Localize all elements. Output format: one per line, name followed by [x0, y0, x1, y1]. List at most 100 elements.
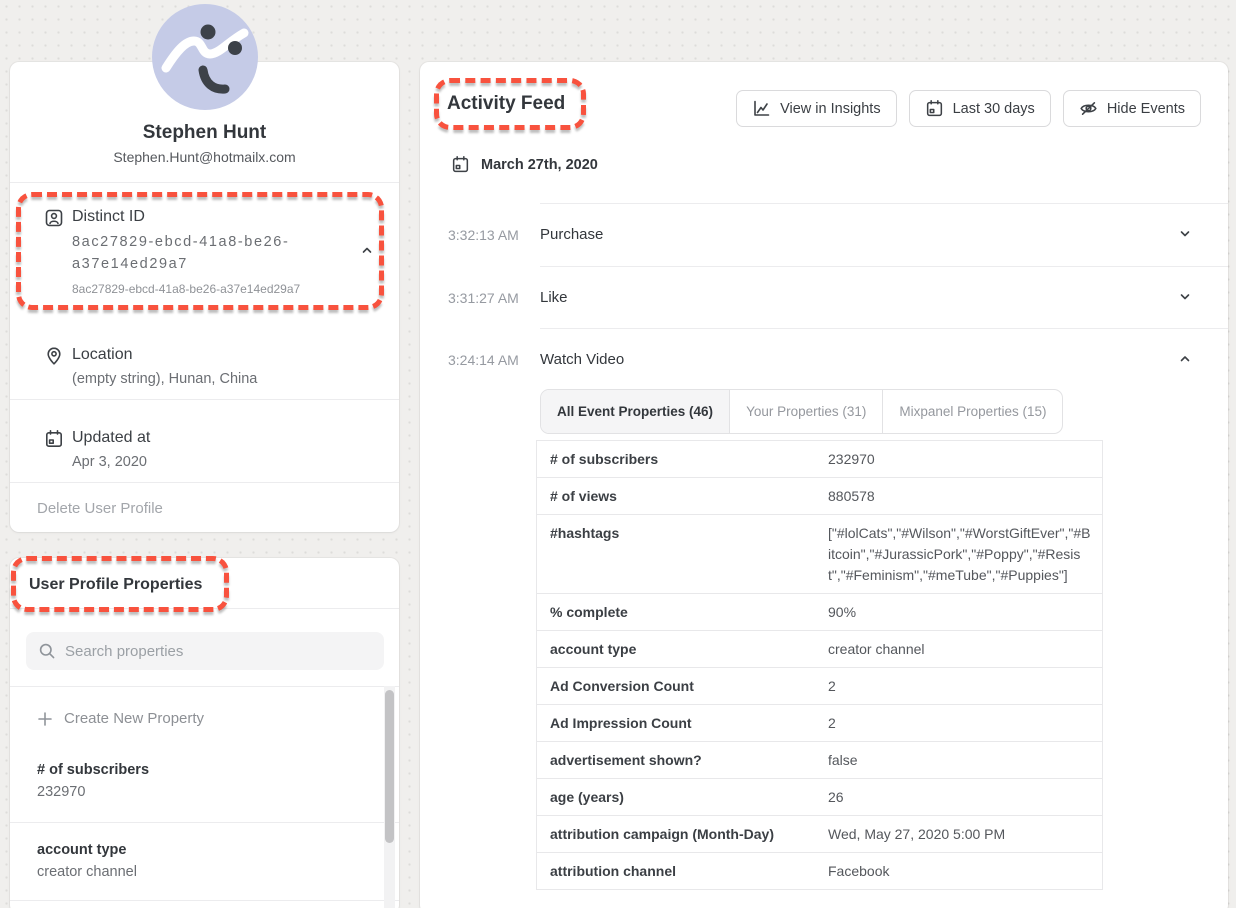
event-name: Like [540, 289, 568, 306]
button-label: View in Insights [780, 101, 880, 117]
distinct-id-value: 8ac27829-ebcd-41a8-be26-a37e14ed29a7 [72, 232, 312, 275]
plus-icon [37, 711, 53, 727]
property-list-item[interactable]: # of subscribers 232970 [37, 762, 367, 800]
date-header: March 27th, 2020 [451, 155, 598, 174]
row-property: % complete [537, 594, 828, 630]
row-property: Ad Conversion Count [537, 668, 828, 704]
row-property: advertisement shown? [537, 742, 828, 778]
table-row: # of views 880578 [537, 478, 1102, 515]
divider [10, 686, 399, 687]
event-name: Purchase [540, 226, 603, 243]
avatar-face-icon [152, 4, 258, 110]
table-row: age (years) 26 [537, 779, 1102, 816]
properties-title: User Profile Properties [29, 576, 202, 594]
tab-mixpanel-properties[interactable]: Mixpanel Properties (15) [882, 390, 1062, 433]
view-in-insights-button[interactable]: View in Insights [736, 90, 896, 127]
create-new-property-button[interactable]: Create New Property [37, 710, 204, 727]
event-properties-tabs: All Event Properties (46) Your Propertie… [540, 389, 1063, 434]
id-card-icon [44, 208, 64, 228]
chevron-up-icon[interactable] [360, 243, 374, 257]
button-label: Last 30 days [953, 101, 1035, 117]
distinct-id-value-small: 8ac27829-ebcd-41a8-be26-a37e14ed29a7 [72, 282, 300, 296]
row-value: 2 [828, 705, 1102, 741]
property-list-item[interactable]: account type creator channel [37, 842, 367, 880]
activity-feed-title: Activity Feed [447, 93, 565, 115]
event-properties-table: # of subscribers 232970 # of views 88057… [536, 440, 1103, 890]
property-value: 232970 [37, 784, 367, 800]
event-time: 3:32:13 AM [448, 227, 519, 243]
row-value: Wed, May 27, 2020 5:00 PM [828, 816, 1102, 852]
row-property: # of subscribers [537, 441, 828, 477]
chevron-down-icon[interactable] [1178, 290, 1192, 304]
property-name: # of subscribers [37, 762, 367, 778]
search-icon [38, 642, 56, 660]
row-property: attribution channel [537, 853, 828, 889]
avatar [152, 4, 258, 110]
row-value: false [828, 742, 1102, 778]
divider [10, 482, 399, 483]
date-header-label: March 27th, 2020 [481, 157, 598, 173]
tab-your-properties[interactable]: Your Properties (31) [729, 390, 882, 433]
location-value: (empty string), Hunan, China [72, 371, 257, 387]
divider [10, 182, 399, 183]
row-property: #hashtags [537, 515, 828, 593]
user-name: Stephen Hunt [10, 122, 399, 144]
distinct-id-label: Distinct ID [72, 208, 145, 226]
feed-toolbar: View in Insights Last 30 days [736, 90, 1201, 127]
chevron-down-icon[interactable] [1178, 227, 1192, 241]
row-value: creator channel [828, 631, 1102, 667]
updated-at-value: Apr 3, 2020 [72, 454, 147, 470]
table-row: account type creator channel [537, 631, 1102, 668]
divider [10, 900, 399, 901]
row-value: 90% [828, 594, 1102, 630]
date-range-button[interactable]: Last 30 days [909, 90, 1051, 127]
user-profile-page: Stephen Hunt Stephen.Hunt@hotmailx.com D… [0, 0, 1236, 908]
event-row-watch-video[interactable]: 3:24:14 AM Watch Video [420, 328, 1228, 390]
table-row: attribution channel Facebook [537, 853, 1102, 890]
table-row: Ad Impression Count 2 [537, 705, 1102, 742]
table-row: % complete 90% [537, 594, 1102, 631]
button-label: Hide Events [1107, 101, 1185, 117]
row-property: Ad Impression Count [537, 705, 828, 741]
delete-user-profile-link[interactable]: Delete User Profile [37, 500, 163, 517]
row-value: 232970 [828, 441, 1102, 477]
profile-card: Stephen Hunt Stephen.Hunt@hotmailx.com D… [10, 62, 399, 532]
event-row-like[interactable]: 3:31:27 AM Like [420, 266, 1228, 328]
search-properties-input[interactable] [65, 643, 355, 660]
table-row: #hashtags ["#lolCats","#Wilson","#WorstG… [537, 515, 1102, 594]
divider [10, 399, 399, 400]
row-value: 2 [828, 668, 1102, 704]
row-value: Facebook [828, 853, 1102, 889]
calendar-icon [451, 155, 470, 174]
row-value: 880578 [828, 478, 1102, 514]
row-property: # of views [537, 478, 828, 514]
updated-at-label: Updated at [72, 429, 150, 447]
row-value: ["#lolCats","#Wilson","#WorstGiftEver","… [828, 515, 1102, 593]
event-time: 3:31:27 AM [448, 290, 519, 306]
location-label: Location [72, 346, 133, 364]
line-chart-icon [752, 99, 771, 118]
event-row-purchase[interactable]: 3:32:13 AM Purchase [420, 203, 1228, 265]
table-row: Ad Conversion Count 2 [537, 668, 1102, 705]
table-row: attribution campaign (Month-Day) Wed, Ma… [537, 816, 1102, 853]
scrollbar-thumb[interactable] [385, 690, 394, 843]
activity-feed-card: Activity Feed View in Insights [420, 62, 1228, 908]
property-value: creator channel [37, 864, 367, 880]
chevron-up-icon[interactable] [1178, 352, 1192, 366]
row-property: account type [537, 631, 828, 667]
table-row: # of subscribers 232970 [537, 441, 1102, 478]
property-name: account type [37, 842, 367, 858]
table-row: advertisement shown? false [537, 742, 1102, 779]
divider [10, 822, 399, 823]
event-name: Watch Video [540, 351, 624, 368]
location-pin-icon [44, 346, 64, 366]
row-value: 26 [828, 779, 1102, 815]
user-email: Stephen.Hunt@hotmailx.com [10, 149, 399, 165]
divider [10, 608, 399, 609]
hide-events-button[interactable]: Hide Events [1063, 90, 1201, 127]
event-time: 3:24:14 AM [448, 352, 519, 368]
row-property: attribution campaign (Month-Day) [537, 816, 828, 852]
calendar-icon [925, 99, 944, 118]
user-profile-properties-card: User Profile Properties Create New Prope… [10, 558, 399, 908]
tab-all-event-properties[interactable]: All Event Properties (46) [541, 390, 729, 433]
